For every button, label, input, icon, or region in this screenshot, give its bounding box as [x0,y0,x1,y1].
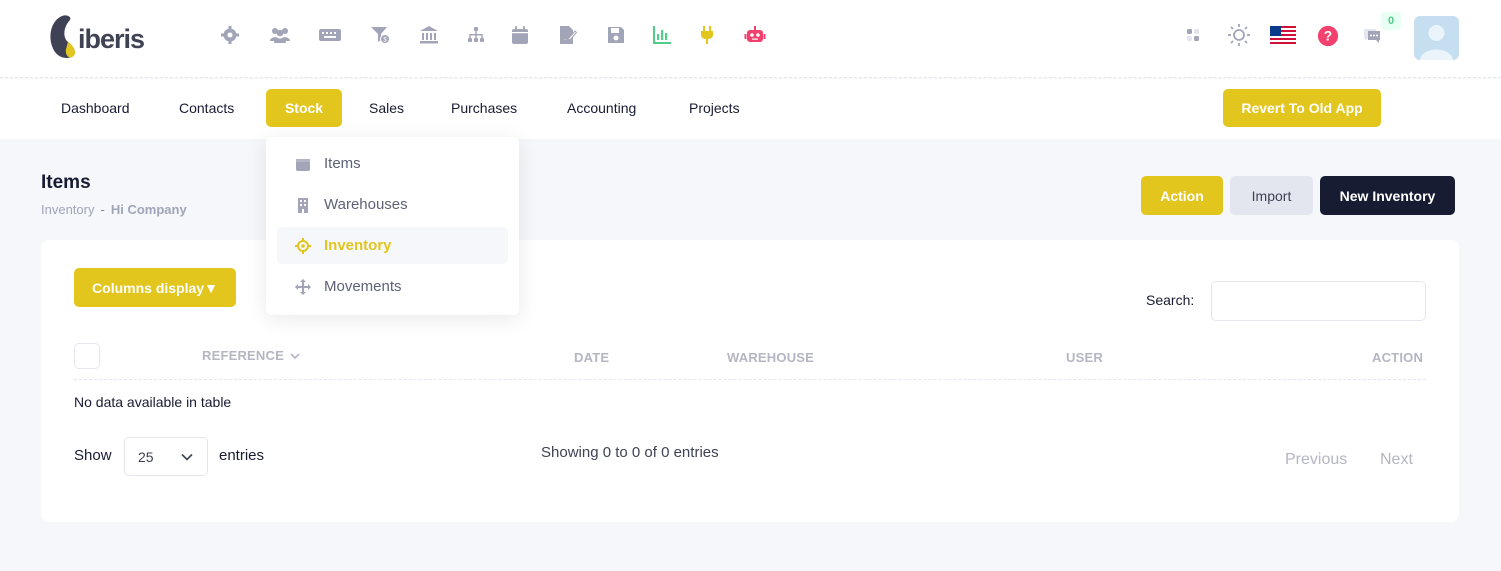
revert-to-old-app-button[interactable]: Revert To Old App [1223,89,1381,127]
chart-bar-icon[interactable] [651,24,673,46]
page-title: Items [41,172,91,193]
previous-page-button[interactable]: Previous [1285,451,1347,469]
main-nav: Dashboard Contacts Stock Sales Purchases… [0,79,1501,139]
column-header-date[interactable]: DATE [574,350,609,365]
table-info: Showing 0 to 0 of 0 entries [541,444,719,461]
menu-item-warehouses[interactable]: Warehouses [277,186,508,223]
nav-stock[interactable]: Stock [266,89,342,127]
notification-badge: 0 [1381,12,1401,30]
help-icon[interactable]: ? [1316,24,1340,48]
plug-icon[interactable] [696,24,718,46]
menu-item-inventory[interactable]: Inventory [277,227,508,264]
robot-icon[interactable] [743,24,767,46]
users-icon[interactable] [267,24,293,46]
breadcrumb: Inventory - Hi Company [41,202,187,217]
chevron-down-icon [290,352,300,359]
column-header-warehouse[interactable]: WAREHOUSE [727,350,814,365]
keyboard-icon[interactable] [318,24,342,46]
entries-label: entries [219,447,265,464]
import-button[interactable]: Import [1230,176,1313,215]
column-header-action: ACTION [1372,350,1424,365]
logo-mark-icon [50,15,75,58]
menu-item-inventory-label: Inventory [324,237,392,254]
user-avatar[interactable] [1414,16,1459,60]
next-page-button[interactable]: Next [1380,451,1413,469]
apps-icon[interactable] [1182,24,1204,46]
search-input[interactable] [1211,281,1426,321]
nav-purchases[interactable]: Purchases [437,89,531,127]
theme-sun-icon[interactable] [1226,24,1252,46]
inventory-table-card: Columns display▼ Search: REFERENCE DATE … [41,240,1459,522]
iberis-logo[interactable]: iberis [48,14,148,62]
page-size-value: 25 [138,448,154,465]
nav-dashboard[interactable]: Dashboard [47,89,144,127]
menu-item-movements-label: Movements [324,278,402,295]
top-header: iberis $ ? 0 [0,0,1501,78]
save-icon[interactable] [605,24,627,46]
nav-contacts[interactable]: Contacts [165,89,248,127]
chevron-down-icon [181,453,193,461]
chat-icon[interactable] [1361,24,1383,46]
breadcrumb-separator: - [100,202,105,217]
funnel-dollar-icon[interactable]: $ [369,24,391,46]
table-header-row: REFERENCE DATE WAREHOUSE USER ACTION [74,340,1426,380]
notification-count: 0 [1387,15,1395,27]
menu-item-items-label: Items [324,155,361,172]
breadcrumb-company: Hi Company [110,202,187,217]
calendar-icon[interactable] [509,24,531,46]
box-icon [294,155,312,173]
select-all-checkbox[interactable] [74,343,100,369]
svg-text:?: ? [1324,29,1332,44]
nav-sales[interactable]: Sales [355,89,418,127]
menu-item-movements[interactable]: Movements [277,268,508,305]
logo-text: iberis [78,24,145,54]
search-label: Search: [1146,292,1195,308]
file-signature-icon[interactable] [556,24,578,46]
stock-dropdown-menu: Items Warehouses Inventory Movements [266,137,519,315]
breadcrumb-inventory[interactable]: Inventory [41,202,94,217]
building-icon [294,196,312,214]
page-size-select[interactable]: 25 [124,437,208,476]
column-header-user[interactable]: USER [1066,350,1103,365]
sitemap-icon[interactable] [465,24,487,46]
nav-projects[interactable]: Projects [675,89,754,127]
gear-icon[interactable] [219,24,241,46]
empty-table-message: No data available in table [74,394,232,410]
bank-icon[interactable] [418,24,440,46]
arrows-move-icon [294,278,312,296]
us-flag-icon[interactable] [1270,24,1296,46]
menu-item-warehouses-label: Warehouses [324,196,408,213]
nav-accounting[interactable]: Accounting [553,89,650,127]
action-button[interactable]: Action [1141,176,1223,215]
crosshair-icon [294,237,312,255]
column-header-reference[interactable]: REFERENCE [202,348,300,363]
column-header-reference-label: REFERENCE [202,348,284,363]
menu-item-items[interactable]: Items [277,145,508,182]
show-label: Show [74,447,112,464]
columns-display-button[interactable]: Columns display▼ [74,268,236,307]
new-inventory-button[interactable]: New Inventory [1320,176,1455,215]
